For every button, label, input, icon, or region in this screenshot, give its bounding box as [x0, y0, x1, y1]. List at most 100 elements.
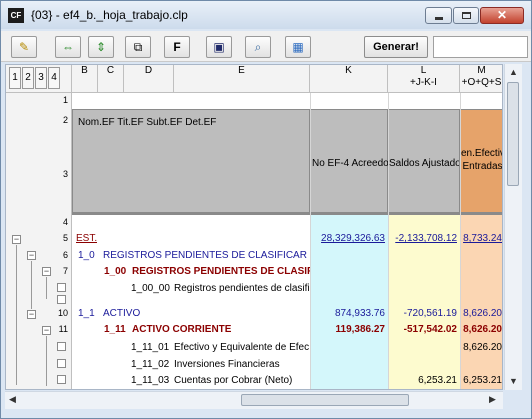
row-number: 1 — [62, 95, 68, 105]
swap-rows-button[interactable]: ⇕ — [88, 36, 114, 58]
leaf-toggle[interactable] — [57, 295, 66, 304]
cell-m12[interactable]: 8,626.20 — [460, 342, 502, 353]
save-button[interactable]: ▣ — [206, 36, 232, 58]
scroll-right-icon[interactable]: ▶ — [489, 394, 496, 405]
cell-b6[interactable]: 1_0 — [78, 250, 95, 261]
header-l-text: Saldos Ajustados — [389, 158, 459, 169]
column-header-l[interactable]: L +J-K-I — [388, 65, 460, 93]
column-header-m[interactable]: M +O+Q+S — [460, 65, 502, 93]
horizontal-scroll-thumb[interactable] — [241, 394, 409, 406]
row-number: 2 — [62, 115, 68, 125]
row-number: 10 — [57, 308, 68, 318]
toolbar: ✎ ⇔ ⇕ ⧉ F ▣ ⌕ ▦ Generar! — [1, 31, 531, 62]
header-m-text-1: en.Efectiv — [461, 148, 503, 159]
horizontal-scrollbar[interactable]: ◀ ▶ — [5, 391, 503, 409]
collapse-toggle[interactable]: − — [12, 235, 21, 244]
level-3-button[interactable]: 3 — [35, 67, 47, 89]
cell-d7[interactable]: REGISTROS PENDIENTES DE CLASIFIC — [132, 266, 310, 277]
column-header-e[interactable]: E — [174, 65, 310, 93]
scroll-down-icon[interactable]: ▼ — [509, 376, 518, 386]
row-number: 3 — [62, 169, 68, 179]
cell-k10[interactable]: 874,933.76 — [310, 308, 385, 319]
close-button[interactable]: ✕ — [480, 7, 524, 24]
cell-e13[interactable]: Inversiones Financieras — [174, 359, 309, 370]
copy-icon: ⧉ — [133, 40, 143, 54]
swap-columns-button[interactable]: ⇔ — [55, 36, 81, 58]
cell-d13[interactable]: 1_11_02 — [131, 359, 169, 370]
header-separator — [72, 213, 502, 215]
column-header-c[interactable]: C — [98, 65, 124, 93]
title-bar[interactable]: CF {03} - ef4_b._hoja_trabajo.clp ✕ — [1, 1, 531, 29]
cell-l10[interactable]: -720,561.19 — [388, 308, 457, 319]
cell-l5[interactable]: -2,133,708.12 — [388, 233, 457, 244]
column-formula-l: +J-K-I — [410, 77, 437, 88]
column-formula-m: +O+Q+S — [461, 77, 502, 88]
column-letter-l: L — [420, 65, 427, 76]
cell-e12[interactable]: Efectivo y Equivalente de Efectiv — [174, 342, 309, 353]
pencil-icon: ✎ — [18, 40, 30, 54]
table-button[interactable]: ▦ — [285, 36, 311, 58]
leaf-toggle[interactable] — [57, 375, 66, 384]
column-letter-m: M — [477, 65, 486, 76]
pencil-button[interactable]: ✎ — [11, 36, 37, 58]
leaf-toggle[interactable] — [57, 342, 66, 351]
cell-m10[interactable]: 8,626.20 — [460, 308, 502, 319]
worksheet-grid[interactable]: 1 2 3 4 B C D E K L +J-K-I M +O+Q+S 1 2 … — [5, 64, 503, 390]
cell-e14[interactable]: Cuentas por Cobrar (Neto) — [174, 375, 309, 386]
cell-b10[interactable]: 1_1 — [78, 308, 95, 319]
level-header: 1 2 3 4 — [6, 65, 72, 93]
cell-m14[interactable]: 6,253.21 — [460, 375, 502, 386]
vertical-scrollbar[interactable]: ▲ ▼ — [504, 64, 522, 390]
close-icon: ✕ — [496, 8, 508, 22]
cell-l11[interactable]: -517,542.02 — [388, 324, 457, 335]
window-title: {03} - ef4_b._hoja_trabajo.clp — [31, 8, 188, 22]
tree-line — [31, 261, 32, 309]
leaf-toggle[interactable] — [57, 359, 66, 368]
cell-m11[interactable]: 8,626.20 — [460, 324, 502, 335]
cell-d8[interactable]: 1_00_00 — [131, 283, 170, 294]
cell-d11[interactable]: ACTIVO CORRIENTE — [132, 324, 231, 335]
cell-k11[interactable]: 119,386.27 — [310, 324, 386, 335]
collapse-toggle[interactable]: − — [27, 251, 36, 260]
scroll-left-icon[interactable]: ◀ — [9, 394, 16, 405]
minimize-icon — [435, 17, 443, 20]
cell-d14[interactable]: 1_11_03 — [131, 375, 169, 386]
f-label: F — [173, 40, 181, 54]
cell-c7[interactable]: 1_00 — [104, 266, 126, 277]
column-header-d[interactable]: D — [124, 65, 174, 93]
level-1-button[interactable]: 1 — [9, 67, 21, 89]
collapse-toggle[interactable]: − — [27, 310, 36, 319]
grid-line — [310, 93, 311, 389]
arrows-vertical-icon: ⇕ — [95, 40, 107, 54]
header-m-text-2: Entradas — [462, 161, 503, 172]
generate-button[interactable]: Generar! — [364, 36, 428, 58]
column-header-k[interactable]: K — [310, 65, 388, 93]
copy-button[interactable]: ⧉ — [125, 36, 151, 58]
column-header-b[interactable]: B — [72, 65, 98, 93]
row-number: 6 — [62, 250, 68, 260]
cell-b5[interactable]: EST. — [76, 233, 97, 244]
level-4-button[interactable]: 4 — [48, 67, 60, 89]
tree-line — [16, 245, 17, 385]
cell-d12[interactable]: 1_11_01 — [131, 342, 169, 353]
cell-c6[interactable]: REGISTROS PENDIENTES DE CLASIFICAR — [103, 250, 309, 261]
cell-e8[interactable]: Registros pendientes de clasifica — [174, 283, 309, 294]
level-2-button[interactable]: 2 — [22, 67, 34, 89]
tree-line — [46, 277, 47, 299]
leaf-toggle[interactable] — [57, 283, 66, 292]
f-button[interactable]: F — [164, 36, 190, 58]
cell-m5[interactable]: 8,733.24 — [460, 233, 502, 244]
cell-l14[interactable]: 6,253.21 — [388, 375, 457, 386]
vertical-scroll-thumb[interactable] — [507, 82, 519, 186]
minimize-button[interactable] — [425, 7, 452, 24]
scroll-up-icon[interactable]: ▲ — [509, 67, 518, 77]
cell-k5[interactable]: 28,329,326.63 — [310, 233, 385, 244]
maximize-button[interactable] — [453, 7, 479, 24]
preview-button[interactable]: ⌕ — [245, 36, 271, 58]
cell-c11[interactable]: 1_11 — [104, 324, 126, 335]
cell-c10[interactable]: ACTIVO — [103, 308, 140, 319]
generate-input[interactable] — [433, 36, 528, 58]
collapse-toggle[interactable]: − — [42, 267, 51, 276]
collapse-toggle[interactable]: − — [42, 326, 51, 335]
arrows-horizontal-icon: ⇔ — [62, 40, 74, 54]
